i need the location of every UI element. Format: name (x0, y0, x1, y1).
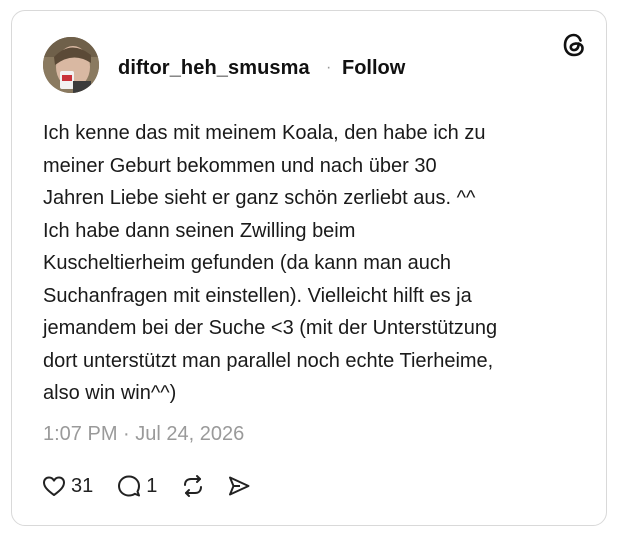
avatar[interactable] (43, 37, 99, 93)
heart-icon (41, 473, 67, 499)
comment-icon (116, 473, 142, 499)
follow-button[interactable]: Follow (342, 57, 405, 80)
separator-dot: · (326, 59, 332, 76)
repost-button[interactable] (180, 473, 206, 499)
action-bar: 31 1 (41, 470, 252, 502)
like-count: 31 (71, 474, 94, 497)
post-text: Ich kenne das mit meinem Koala, den habe… (43, 122, 498, 404)
username[interactable]: diftor_heh_smusma (118, 57, 310, 80)
threads-logo-icon[interactable] (560, 31, 588, 59)
post-timestamp[interactable]: 1:07 PM · Jul 24, 2026 (43, 423, 244, 446)
post-card: diftor_heh_smusma · Follow Ich kenne das… (11, 10, 607, 526)
share-button[interactable] (226, 473, 252, 499)
share-icon (226, 473, 252, 499)
like-button[interactable]: 31 (41, 473, 93, 499)
reply-button[interactable]: 1 (116, 473, 157, 499)
reply-count: 1 (146, 474, 158, 497)
repost-icon (180, 473, 206, 499)
